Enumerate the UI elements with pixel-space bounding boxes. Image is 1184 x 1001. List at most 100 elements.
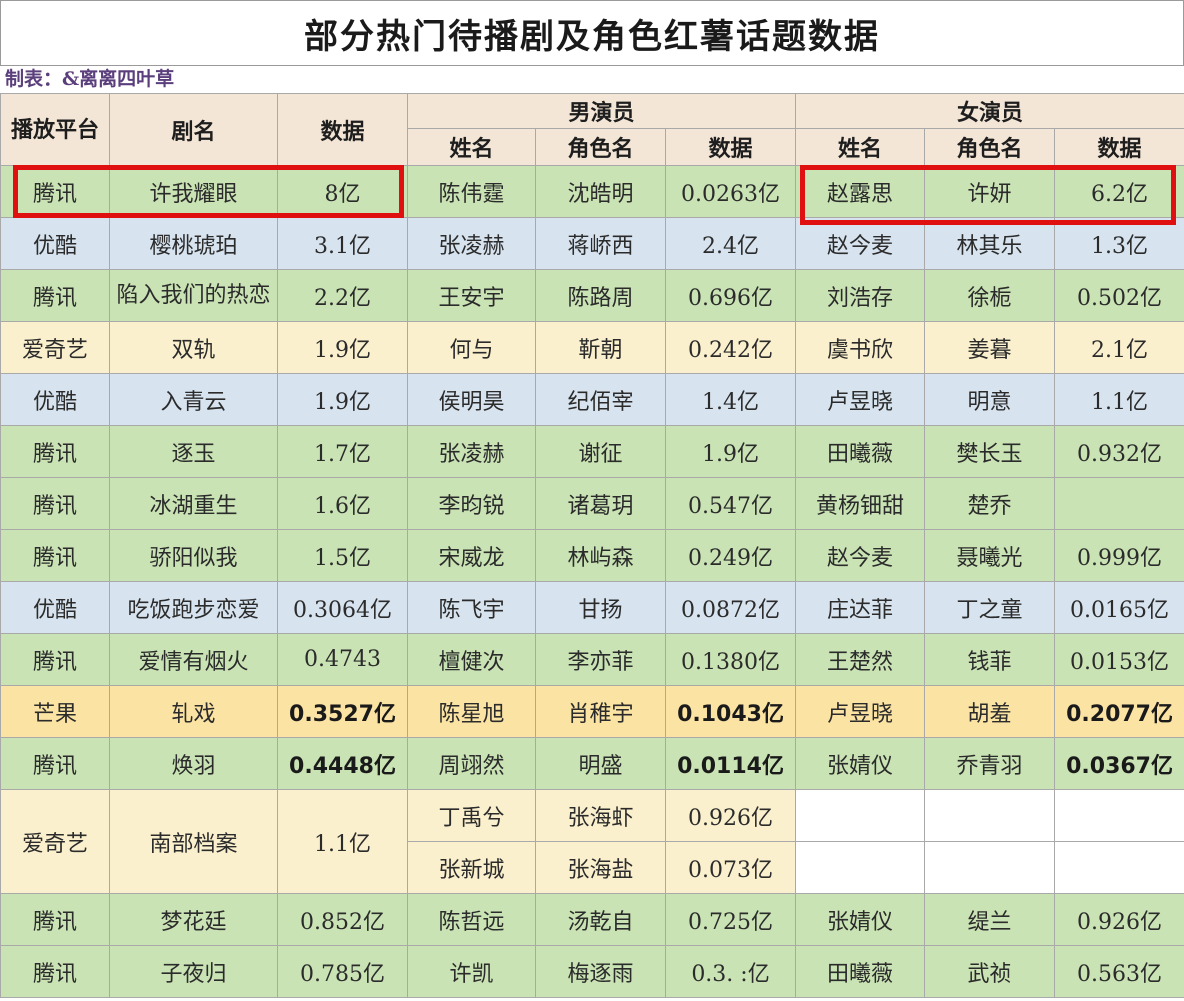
female-data-cell: 0.926亿: [1054, 893, 1184, 946]
drama-cell: 入青云: [109, 373, 278, 426]
female-name-cell: 刘浩存: [795, 269, 926, 322]
header-drama: 剧名: [109, 93, 278, 166]
female-role-cell: 徐栀: [924, 269, 1056, 322]
male-role-cell: 李亦菲: [535, 633, 666, 686]
male-data-cell: 0.073亿: [664, 841, 797, 894]
male-data-cell: 0.0114亿: [664, 737, 797, 790]
female-name-cell: 王楚然: [795, 633, 926, 686]
table-row: 腾讯 冰湖重生 1.6亿 李昀锐 诸葛玥 0.547亿 黄杨钿甜 楚乔: [0, 477, 1184, 530]
male-data-cell: 0.3. :亿: [664, 945, 797, 998]
male-name-cell: 李昀锐: [407, 477, 536, 530]
female-name-cell: 田曦薇: [795, 945, 926, 998]
female-role-cell: 钱菲: [924, 633, 1056, 686]
female-role-cell: 姜暮: [924, 321, 1056, 374]
drama-data-table: 播放平台 剧名 数据 男演员 女演员 姓名 角色名 数据 姓名 角色名 数据 腾…: [0, 93, 1184, 998]
table-row: 腾讯 焕羽 0.4448亿 周翊然 明盛 0.0114亿 张婧仪 乔青羽 0.0367亿: [0, 737, 1184, 790]
drama-cell: 爱情有烟火: [109, 633, 278, 686]
male-name-cell: 王安宇: [407, 269, 536, 322]
male-name-cell: 许凯: [407, 945, 536, 998]
drama-data-cell: 1.1亿: [277, 789, 408, 894]
male-role-cell: 沈皓明: [535, 165, 666, 218]
male-name-cell: 陈哲远: [407, 893, 536, 946]
header-female-name: 姓名: [795, 128, 926, 166]
female-name-cell: [795, 789, 926, 842]
male-data-cell: 0.1043亿: [664, 685, 797, 738]
male-name-cell: 何与: [407, 321, 536, 374]
male-data-cell: 0.249亿: [664, 529, 797, 582]
male-role-cell: 诸葛玥: [535, 477, 666, 530]
male-role-cell: 靳朝: [535, 321, 666, 374]
male-role-cell: 肖稚宇: [535, 685, 666, 738]
female-name-cell: 赵今麦: [795, 529, 926, 582]
female-data-cell: 0.2077亿: [1054, 685, 1184, 738]
table-row: 腾讯 骄阳似我 1.5亿 宋威龙 林屿森 0.249亿 赵今麦 聂曦光 0.999亿: [0, 529, 1184, 582]
female-name-cell: 张婧仪: [795, 737, 926, 790]
table-row: 腾讯 逐玉 1.7亿 张凌赫 谢征 1.9亿 田曦薇 樊长玉 0.932亿: [0, 425, 1184, 478]
table-row: 爱奇艺 南部档案 1.1亿 丁禹兮 张海虾 0.926亿: [0, 789, 1184, 894]
male-name-cell: 张凌赫: [407, 217, 536, 270]
female-data-cell: 0.0153亿: [1054, 633, 1184, 686]
female-data-cell: [1054, 841, 1184, 894]
drama-cell: 樱桃琥珀: [109, 217, 278, 270]
female-data-cell: 0.563亿: [1054, 945, 1184, 998]
table-row: 优酷 樱桃琥珀 3.1亿 张凌赫 蒋峤西 2.4亿 赵今麦 林其乐 1.3亿: [0, 217, 1184, 270]
platform-cell: 爱奇艺: [0, 321, 110, 374]
male-data-cell: 0.926亿: [664, 789, 797, 842]
male-name-cell: 宋威龙: [407, 529, 536, 582]
male-name-cell: 丁禹兮: [407, 789, 536, 842]
male-data-cell: 0.696亿: [664, 269, 797, 322]
platform-cell: 腾讯: [0, 425, 110, 478]
male-name-cell: 陈星旭: [407, 685, 536, 738]
drama-cell: 轧戏: [109, 685, 278, 738]
drama-cell: 冰湖重生: [109, 477, 278, 530]
drama-data-cell: 0.4743: [277, 633, 408, 686]
drama-cell: 双轨: [109, 321, 278, 374]
table-row: 优酷 吃饭跑步恋爱 0.3064亿 陈飞宇 甘扬 0.0872亿 庄达菲 丁之童 0.0165亿: [0, 581, 1184, 634]
male-role-cell: 甘扬: [535, 581, 666, 634]
female-role-cell: [924, 789, 1056, 842]
male-data-cell: 0.547亿: [664, 477, 797, 530]
female-name-cell: 庄达菲: [795, 581, 926, 634]
male-name-cell: 周翊然: [407, 737, 536, 790]
drama-data-cell: 1.9亿: [277, 321, 408, 374]
header-male-actors: 男演员: [406, 93, 797, 129]
drama-data-cell: 0.3064亿: [277, 581, 408, 634]
female-data-cell: 0.999亿: [1054, 529, 1184, 582]
female-role-cell: 胡羞: [924, 685, 1056, 738]
drama-cell: 骄阳似我: [109, 529, 278, 582]
drama-data-cell: 2.2亿: [277, 269, 408, 322]
header-platform: 播放平台: [0, 93, 110, 166]
male-role-cell: 林屿森: [535, 529, 666, 582]
drama-data-cell: 1.7亿: [277, 425, 408, 478]
female-role-cell: 明意: [924, 373, 1056, 426]
male-role-cell: 明盛: [535, 737, 666, 790]
platform-cell: 腾讯: [0, 633, 110, 686]
table-row: 芒果 轧戏 0.3527亿 陈星旭 肖稚宇 0.1043亿 卢昱晓 胡羞 0.2077亿: [0, 685, 1184, 738]
platform-cell: 优酷: [0, 581, 110, 634]
male-name-cell: 侯明昊: [407, 373, 536, 426]
female-role-cell: 武祯: [924, 945, 1056, 998]
male-data-cell: 1.9亿: [664, 425, 797, 478]
author-credit: 制表：&离离四叶草: [5, 68, 175, 90]
female-name-cell: 张婧仪: [795, 893, 926, 946]
header-male-role: 角色名: [535, 128, 666, 166]
female-data-cell: 0.502亿: [1054, 269, 1184, 322]
female-data-cell: [1054, 477, 1184, 530]
male-role-cell: 陈路周: [535, 269, 666, 322]
platform-cell: 优酷: [0, 217, 110, 270]
drama-data-cell: 3.1亿: [277, 217, 408, 270]
platform-cell: 腾讯: [0, 737, 110, 790]
male-name-cell: 陈飞宇: [407, 581, 536, 634]
table-row: 腾讯 子夜归 0.785亿 许凯 梅逐雨 0.3. :亿 田曦薇 武祯 0.563亿: [0, 945, 1184, 998]
male-data-cell: 1.4亿: [664, 373, 797, 426]
header-female-actors: 女演员: [795, 93, 1184, 129]
drama-data-cell: 0.4448亿: [277, 737, 408, 790]
female-name-cell: 虞书欣: [795, 321, 926, 374]
drama-cell: 南部档案: [109, 789, 278, 894]
female-role-cell: 缇兰: [924, 893, 1056, 946]
table-row: 优酷 入青云 1.9亿 侯明昊 纪佰宰 1.4亿 卢昱晓 明意 1.1亿: [0, 373, 1184, 426]
header-male-name: 姓名: [407, 128, 536, 166]
male-data-cell: 0.1380亿: [664, 633, 797, 686]
drama-data-cell: 0.852亿: [277, 893, 408, 946]
female-role-cell: 乔青羽: [924, 737, 1056, 790]
